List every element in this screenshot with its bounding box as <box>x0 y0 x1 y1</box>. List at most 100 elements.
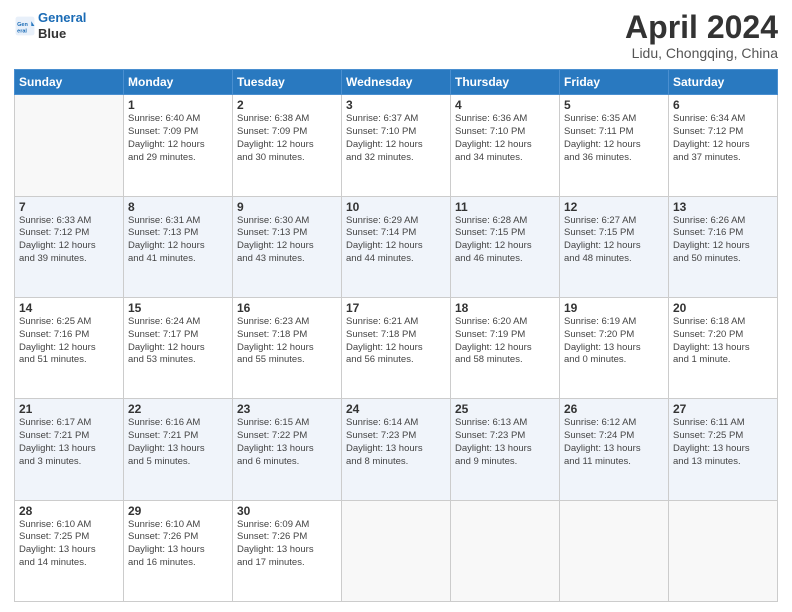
day-info: Sunrise: 6:25 AMSunset: 7:16 PMDaylight:… <box>19 316 119 367</box>
day-number: 22 <box>128 402 228 416</box>
calendar-cell: 25Sunrise: 6:13 AMSunset: 7:23 PMDayligh… <box>451 399 560 500</box>
day-number: 12 <box>564 200 664 214</box>
calendar-cell <box>560 500 669 601</box>
calendar-cell: 13Sunrise: 6:26 AMSunset: 7:16 PMDayligh… <box>669 196 778 297</box>
day-info: Sunrise: 6:36 AMSunset: 7:10 PMDaylight:… <box>455 113 555 164</box>
calendar-cell: 18Sunrise: 6:20 AMSunset: 7:19 PMDayligh… <box>451 297 560 398</box>
week-row-3: 14Sunrise: 6:25 AMSunset: 7:16 PMDayligh… <box>15 297 778 398</box>
day-number: 20 <box>673 301 773 315</box>
calendar-cell: 24Sunrise: 6:14 AMSunset: 7:23 PMDayligh… <box>342 399 451 500</box>
col-sunday: Sunday <box>15 70 124 95</box>
day-number: 5 <box>564 98 664 112</box>
calendar-cell: 19Sunrise: 6:19 AMSunset: 7:20 PMDayligh… <box>560 297 669 398</box>
day-info: Sunrise: 6:20 AMSunset: 7:19 PMDaylight:… <box>455 316 555 367</box>
calendar-cell: 22Sunrise: 6:16 AMSunset: 7:21 PMDayligh… <box>124 399 233 500</box>
day-number: 6 <box>673 98 773 112</box>
calendar-cell <box>342 500 451 601</box>
day-number: 11 <box>455 200 555 214</box>
logo-icon: Gen eral <box>14 15 36 37</box>
day-number: 9 <box>237 200 337 214</box>
calendar-table: Sunday Monday Tuesday Wednesday Thursday… <box>14 69 778 602</box>
calendar-cell: 6Sunrise: 6:34 AMSunset: 7:12 PMDaylight… <box>669 95 778 196</box>
day-info: Sunrise: 6:37 AMSunset: 7:10 PMDaylight:… <box>346 113 446 164</box>
calendar-cell: 7Sunrise: 6:33 AMSunset: 7:12 PMDaylight… <box>15 196 124 297</box>
calendar-cell: 4Sunrise: 6:36 AMSunset: 7:10 PMDaylight… <box>451 95 560 196</box>
calendar-cell: 28Sunrise: 6:10 AMSunset: 7:25 PMDayligh… <box>15 500 124 601</box>
day-info: Sunrise: 6:33 AMSunset: 7:12 PMDaylight:… <box>19 215 119 266</box>
day-number: 30 <box>237 504 337 518</box>
week-row-1: 1Sunrise: 6:40 AMSunset: 7:09 PMDaylight… <box>15 95 778 196</box>
calendar-cell: 30Sunrise: 6:09 AMSunset: 7:26 PMDayligh… <box>233 500 342 601</box>
day-info: Sunrise: 6:24 AMSunset: 7:17 PMDaylight:… <box>128 316 228 367</box>
calendar-header-row: Sunday Monday Tuesday Wednesday Thursday… <box>15 70 778 95</box>
day-info: Sunrise: 6:12 AMSunset: 7:24 PMDaylight:… <box>564 417 664 468</box>
calendar-cell: 26Sunrise: 6:12 AMSunset: 7:24 PMDayligh… <box>560 399 669 500</box>
calendar-cell: 29Sunrise: 6:10 AMSunset: 7:26 PMDayligh… <box>124 500 233 601</box>
calendar-cell: 5Sunrise: 6:35 AMSunset: 7:11 PMDaylight… <box>560 95 669 196</box>
logo-line2: Blue <box>38 26 66 41</box>
calendar-cell <box>451 500 560 601</box>
col-saturday: Saturday <box>669 70 778 95</box>
day-number: 19 <box>564 301 664 315</box>
calendar-cell: 15Sunrise: 6:24 AMSunset: 7:17 PMDayligh… <box>124 297 233 398</box>
day-info: Sunrise: 6:23 AMSunset: 7:18 PMDaylight:… <box>237 316 337 367</box>
day-info: Sunrise: 6:10 AMSunset: 7:26 PMDaylight:… <box>128 519 228 570</box>
day-number: 25 <box>455 402 555 416</box>
calendar-cell: 27Sunrise: 6:11 AMSunset: 7:25 PMDayligh… <box>669 399 778 500</box>
col-wednesday: Wednesday <box>342 70 451 95</box>
svg-text:eral: eral <box>17 28 27 34</box>
day-number: 27 <box>673 402 773 416</box>
day-number: 15 <box>128 301 228 315</box>
week-row-4: 21Sunrise: 6:17 AMSunset: 7:21 PMDayligh… <box>15 399 778 500</box>
calendar-cell: 8Sunrise: 6:31 AMSunset: 7:13 PMDaylight… <box>124 196 233 297</box>
day-info: Sunrise: 6:35 AMSunset: 7:11 PMDaylight:… <box>564 113 664 164</box>
day-number: 16 <box>237 301 337 315</box>
logo: Gen eral General Blue <box>14 10 86 41</box>
day-info: Sunrise: 6:29 AMSunset: 7:14 PMDaylight:… <box>346 215 446 266</box>
day-number: 23 <box>237 402 337 416</box>
calendar-cell: 10Sunrise: 6:29 AMSunset: 7:14 PMDayligh… <box>342 196 451 297</box>
day-info: Sunrise: 6:17 AMSunset: 7:21 PMDaylight:… <box>19 417 119 468</box>
week-row-2: 7Sunrise: 6:33 AMSunset: 7:12 PMDaylight… <box>15 196 778 297</box>
day-number: 26 <box>564 402 664 416</box>
day-number: 18 <box>455 301 555 315</box>
calendar-cell <box>669 500 778 601</box>
svg-text:Gen: Gen <box>17 22 28 28</box>
day-info: Sunrise: 6:26 AMSunset: 7:16 PMDaylight:… <box>673 215 773 266</box>
logo-line1: General <box>38 10 86 25</box>
day-info: Sunrise: 6:10 AMSunset: 7:25 PMDaylight:… <box>19 519 119 570</box>
day-info: Sunrise: 6:14 AMSunset: 7:23 PMDaylight:… <box>346 417 446 468</box>
col-thursday: Thursday <box>451 70 560 95</box>
day-number: 13 <box>673 200 773 214</box>
day-number: 17 <box>346 301 446 315</box>
day-number: 3 <box>346 98 446 112</box>
calendar-cell <box>15 95 124 196</box>
day-number: 2 <box>237 98 337 112</box>
calendar-cell: 9Sunrise: 6:30 AMSunset: 7:13 PMDaylight… <box>233 196 342 297</box>
day-number: 24 <box>346 402 446 416</box>
day-info: Sunrise: 6:38 AMSunset: 7:09 PMDaylight:… <box>237 113 337 164</box>
day-info: Sunrise: 6:15 AMSunset: 7:22 PMDaylight:… <box>237 417 337 468</box>
subtitle: Lidu, Chongqing, China <box>625 45 778 61</box>
calendar-cell: 21Sunrise: 6:17 AMSunset: 7:21 PMDayligh… <box>15 399 124 500</box>
day-number: 10 <box>346 200 446 214</box>
day-info: Sunrise: 6:19 AMSunset: 7:20 PMDaylight:… <box>564 316 664 367</box>
day-number: 28 <box>19 504 119 518</box>
day-number: 8 <box>128 200 228 214</box>
day-number: 29 <box>128 504 228 518</box>
calendar-cell: 20Sunrise: 6:18 AMSunset: 7:20 PMDayligh… <box>669 297 778 398</box>
day-info: Sunrise: 6:18 AMSunset: 7:20 PMDaylight:… <box>673 316 773 367</box>
calendar-cell: 12Sunrise: 6:27 AMSunset: 7:15 PMDayligh… <box>560 196 669 297</box>
title-block: April 2024 Lidu, Chongqing, China <box>625 10 778 61</box>
col-tuesday: Tuesday <box>233 70 342 95</box>
calendar-cell: 1Sunrise: 6:40 AMSunset: 7:09 PMDaylight… <box>124 95 233 196</box>
day-number: 1 <box>128 98 228 112</box>
calendar-cell: 23Sunrise: 6:15 AMSunset: 7:22 PMDayligh… <box>233 399 342 500</box>
calendar-cell: 16Sunrise: 6:23 AMSunset: 7:18 PMDayligh… <box>233 297 342 398</box>
week-row-5: 28Sunrise: 6:10 AMSunset: 7:25 PMDayligh… <box>15 500 778 601</box>
header: Gen eral General Blue April 2024 Lidu, C… <box>14 10 778 61</box>
day-number: 14 <box>19 301 119 315</box>
day-info: Sunrise: 6:27 AMSunset: 7:15 PMDaylight:… <box>564 215 664 266</box>
calendar-cell: 17Sunrise: 6:21 AMSunset: 7:18 PMDayligh… <box>342 297 451 398</box>
day-number: 7 <box>19 200 119 214</box>
